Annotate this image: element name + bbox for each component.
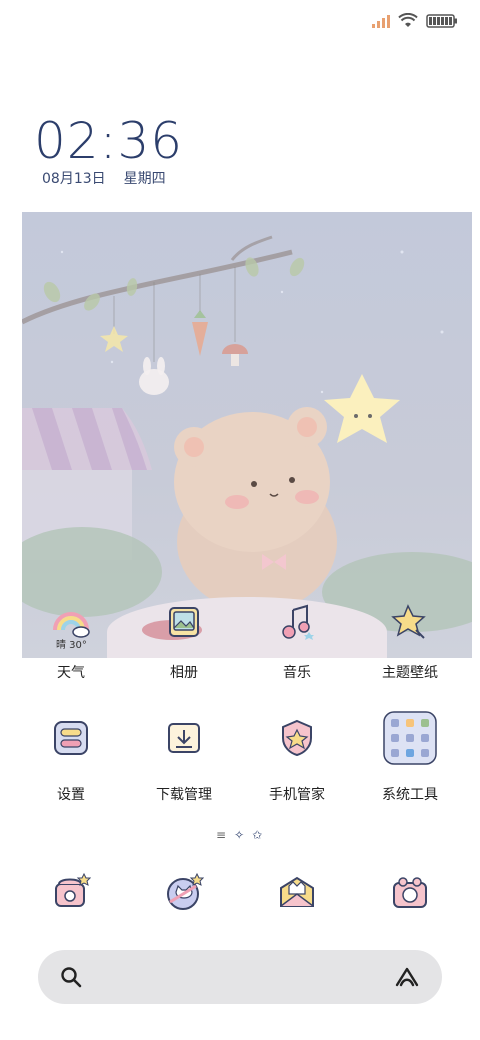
search-input[interactable] bbox=[96, 968, 380, 986]
message-envelope-icon[interactable] bbox=[277, 872, 317, 912]
app-download[interactable]: 下载管理 bbox=[128, 718, 240, 804]
app-album[interactable]: 相册 bbox=[128, 602, 240, 682]
signal-icon bbox=[372, 14, 390, 28]
wallpaper-illustration bbox=[22, 212, 472, 658]
app-label: 音乐 bbox=[283, 665, 311, 681]
page-dot-active: ✧ bbox=[234, 828, 245, 842]
dock bbox=[14, 872, 466, 912]
camera-bear-icon[interactable] bbox=[390, 872, 430, 912]
shield-star-icon bbox=[277, 718, 317, 758]
star-wand-icon bbox=[390, 602, 430, 642]
clock-time[interactable]: 02:36 bbox=[34, 112, 183, 170]
bear-wallpaper-image bbox=[22, 235, 472, 658]
browser-cat-icon[interactable] bbox=[164, 872, 204, 912]
toggle-settings-icon bbox=[51, 718, 91, 758]
tools-folder-icon bbox=[382, 710, 438, 766]
app-theme[interactable]: 主题壁纸 bbox=[354, 602, 466, 682]
app-label: 下载管理 bbox=[156, 787, 212, 803]
app-label: 系统工具 bbox=[382, 787, 438, 803]
app-label: 相册 bbox=[170, 665, 198, 681]
weather-temperature: 晴 30° bbox=[56, 640, 87, 651]
music-note-icon bbox=[277, 602, 317, 642]
page-indicator[interactable]: ≡ ✧ ✩ bbox=[216, 828, 262, 842]
app-phone-manager[interactable]: 手机管家 bbox=[241, 718, 353, 804]
page-dot-list: ≡ bbox=[216, 828, 227, 842]
app-system-tools[interactable]: 系统工具 bbox=[354, 711, 466, 804]
search-icon[interactable] bbox=[60, 966, 82, 988]
app-settings[interactable]: 设置 bbox=[15, 718, 127, 804]
clock-date-row[interactable]: 08月13日 星期四 bbox=[42, 168, 166, 188]
photo-album-icon bbox=[164, 602, 204, 642]
clock-date: 08月13日 bbox=[42, 171, 106, 187]
page-dot: ✩ bbox=[252, 828, 263, 842]
clock-weekday: 星期四 bbox=[123, 171, 166, 187]
download-box-icon bbox=[164, 718, 204, 758]
app-label: 天气 bbox=[57, 665, 85, 681]
status-bar bbox=[372, 10, 458, 32]
app-label: 设置 bbox=[57, 787, 85, 803]
app-label: 主题壁纸 bbox=[382, 665, 438, 681]
app-label: 手机管家 bbox=[269, 787, 325, 803]
search-bar[interactable] bbox=[38, 950, 442, 1004]
assistant-icon[interactable] bbox=[394, 966, 420, 988]
wifi-icon bbox=[398, 13, 418, 27]
app-music[interactable]: 音乐 bbox=[241, 602, 353, 682]
phone-icon[interactable] bbox=[51, 872, 91, 912]
battery-icon bbox=[426, 14, 457, 28]
